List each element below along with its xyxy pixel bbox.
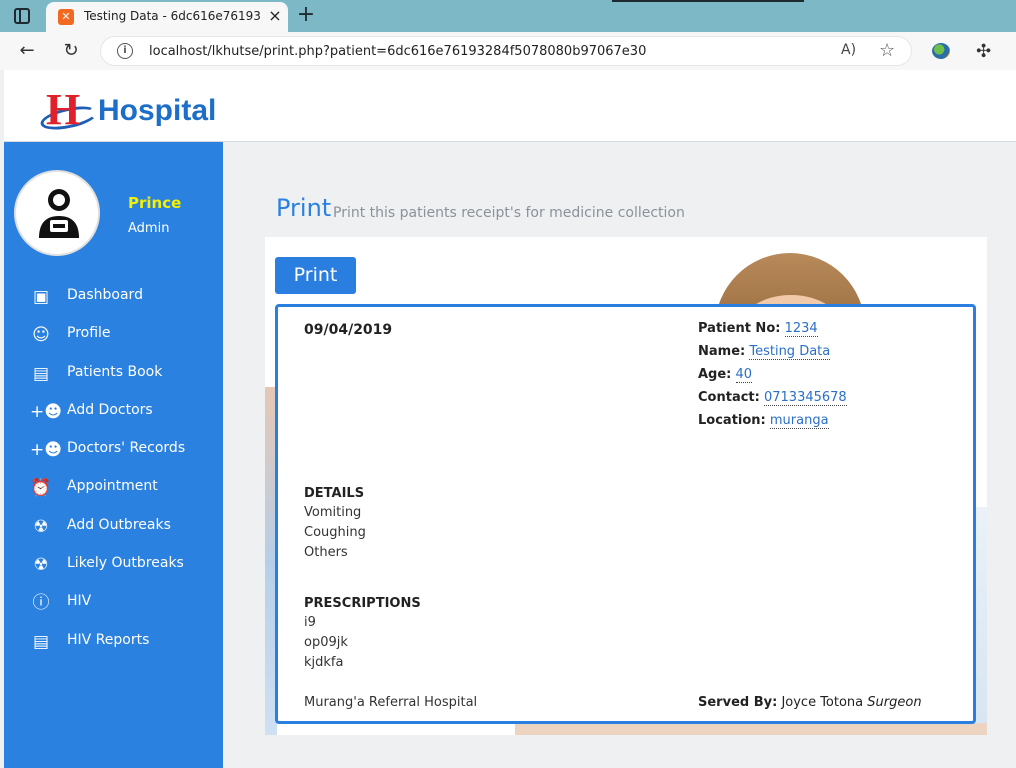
sidebar-item-label: Doctors' Records	[67, 440, 186, 457]
read-aloud-icon[interactable]: A)	[841, 42, 856, 58]
main-content: Print Print this patients receipt's for …	[223, 142, 1016, 768]
url-field[interactable]: i localhost/lkhutse/print.php?patient=6d…	[100, 36, 912, 66]
sidebar-item-label: Dashboard	[67, 287, 143, 303]
location-label: Location:	[698, 413, 766, 428]
site-header: H Hospital	[4, 70, 1016, 142]
details-list: Vomiting Coughing Others	[304, 503, 366, 563]
patient-no-row: Patient No: 1234	[698, 321, 847, 344]
sidebar-item-label: Add Outbreaks	[67, 516, 171, 533]
contact-label: Contact:	[698, 390, 760, 405]
user-name: Prince	[128, 194, 182, 212]
print-button[interactable]: Print	[275, 257, 356, 294]
sidebar-item-label: Appointment	[67, 478, 158, 495]
user-card-icon: ☺	[32, 325, 50, 346]
name-row: Name: Testing Data	[698, 344, 847, 367]
sidebar-item-doctors-records[interactable]: +☻ Doctors' Records	[4, 431, 223, 469]
sidebar-item-label: HIV	[67, 593, 92, 610]
extensions-puzzle-icon[interactable]: ✣	[976, 41, 991, 62]
receipt-date: 09/04/2019	[304, 322, 393, 338]
browser-tab[interactable]: ✕ Testing Data - 6dc616e76193284 ×	[46, 2, 288, 32]
sidebar-item-profile[interactable]: ☺ Profile	[4, 316, 223, 354]
page-subtitle: Print this patients receipt's for medici…	[333, 205, 685, 221]
contact-value[interactable]: 0713345678	[763, 390, 847, 406]
list-item: Others	[304, 545, 348, 560]
list-item: i9	[304, 615, 316, 630]
name-label: Name:	[698, 344, 746, 359]
prescriptions-heading: PRESCRIPTIONS	[304, 596, 421, 611]
users-plus-icon: +☻	[30, 440, 62, 461]
prescriptions-list: i9 op09jk kjdkfa	[304, 613, 348, 673]
patient-no-label: Patient No:	[698, 321, 781, 336]
browser-tab-strip: ✕ Testing Data - 6dc616e76193284 × +	[0, 0, 1016, 32]
sidebar-item-appointment[interactable]: ⏰ Appointment	[4, 469, 223, 507]
address-bar-row: ← ↻ i localhost/lkhutse/print.php?patien…	[0, 32, 1016, 70]
served-by: Served By: Joyce Totona Surgeon	[698, 695, 922, 710]
tab-actions-icon[interactable]	[14, 8, 30, 24]
virus-icon: ☢	[33, 555, 49, 576]
alarm-clock-icon: ⏰	[30, 478, 52, 499]
web-page: H Hospital Prince Admin ▣ Dashboard ☺ Pr…	[4, 70, 1016, 768]
sidebar-item-label: Profile	[67, 325, 111, 342]
hospital-name: Murang'a Referral Hospital	[304, 695, 478, 710]
served-by-role: Surgeon	[867, 695, 922, 710]
page-title: Print	[276, 194, 332, 222]
name-value[interactable]: Testing Data	[749, 344, 831, 360]
user-role: Admin	[128, 221, 170, 236]
served-by-name: Joyce Totona	[781, 695, 864, 710]
age-value[interactable]: 40	[735, 367, 753, 383]
receipt-card: 09/04/2019 Patient No: 1234 Name: Testin…	[275, 304, 976, 724]
virus-icon: ☢	[33, 516, 49, 537]
new-tab-icon[interactable]: +	[296, 4, 316, 26]
sidebar-item-label: HIV Reports	[67, 631, 150, 648]
sidebar-item-add-outbreaks[interactable]: ☢ Add Outbreaks	[4, 508, 223, 546]
xampp-icon: ✕	[58, 9, 74, 25]
sidebar-item-hiv[interactable]: ⓘ HIV	[4, 584, 223, 622]
served-by-label: Served By:	[698, 695, 778, 710]
sidebar-item-label: Add Doctors	[67, 401, 153, 418]
list-item: Vomiting	[304, 505, 362, 520]
favorite-star-icon[interactable]: ☆	[879, 40, 895, 61]
sidebar-item-patients-book[interactable]: ▤ Patients Book	[4, 355, 223, 393]
sidebar-item-label: Patients Book	[67, 363, 163, 380]
user-plus-icon: +☻	[30, 401, 62, 422]
sidebar: Prince Admin ▣ Dashboard ☺ Profile ▤ Pat…	[4, 142, 223, 768]
location-row: Location: muranga	[698, 413, 847, 436]
report-icon: ▤	[32, 631, 50, 652]
wallet-icon: ▣	[32, 287, 50, 307]
sidebar-item-label: Likely Outbreaks	[67, 555, 184, 572]
background-photo-edge	[515, 723, 987, 735]
location-value[interactable]: muranga	[769, 413, 829, 429]
sidebar-menu: ▣ Dashboard ☺ Profile ▤ Patients Book +☻…	[4, 278, 223, 661]
clipboard-user-icon: ▤	[32, 363, 50, 384]
age-row: Age: 40	[698, 367, 847, 390]
refresh-icon[interactable]: ↻	[60, 40, 82, 62]
list-item: Coughing	[304, 525, 366, 540]
sidebar-item-add-doctors[interactable]: +☻ Add Doctors	[4, 393, 223, 431]
close-tab-icon[interactable]: ×	[266, 7, 284, 25]
hospital-logo[interactable]: H Hospital	[38, 85, 240, 136]
list-item: op09jk	[304, 635, 348, 650]
logo-text: Hospital	[98, 94, 217, 127]
sidebar-item-hiv-reports[interactable]: ▤ HIV Reports	[4, 623, 223, 661]
avatar	[14, 170, 100, 256]
patient-info: Patient No: 1234 Name: Testing Data Age:…	[698, 321, 847, 436]
patient-no-value[interactable]: 1234	[784, 321, 818, 337]
sidebar-item-dashboard[interactable]: ▣ Dashboard	[4, 278, 223, 316]
extension-globe-icon[interactable]	[932, 43, 950, 59]
tab-title: Testing Data - 6dc616e76193284	[84, 9, 260, 23]
doctor-icon	[39, 189, 79, 238]
list-item: kjdkfa	[304, 655, 344, 670]
age-label: Age:	[698, 367, 732, 382]
window-drag-strip	[612, 0, 804, 2]
details-heading: DETAILS	[304, 486, 365, 501]
contact-row: Contact: 0713345678	[698, 390, 847, 413]
back-arrow-icon[interactable]: ←	[16, 40, 38, 62]
print-panel: Print 09/04/2019 Patient No: 1234 Name: …	[265, 237, 987, 735]
alert-circle-icon: ⓘ	[32, 593, 50, 614]
site-info-icon[interactable]: i	[117, 43, 133, 59]
url-text: localhost/lkhutse/print.php?patient=6dc6…	[149, 44, 647, 59]
logo-letter: H	[46, 85, 81, 134]
sidebar-item-likely-outbreaks[interactable]: ☢ Likely Outbreaks	[4, 546, 223, 584]
background-photo-edge	[975, 507, 987, 735]
